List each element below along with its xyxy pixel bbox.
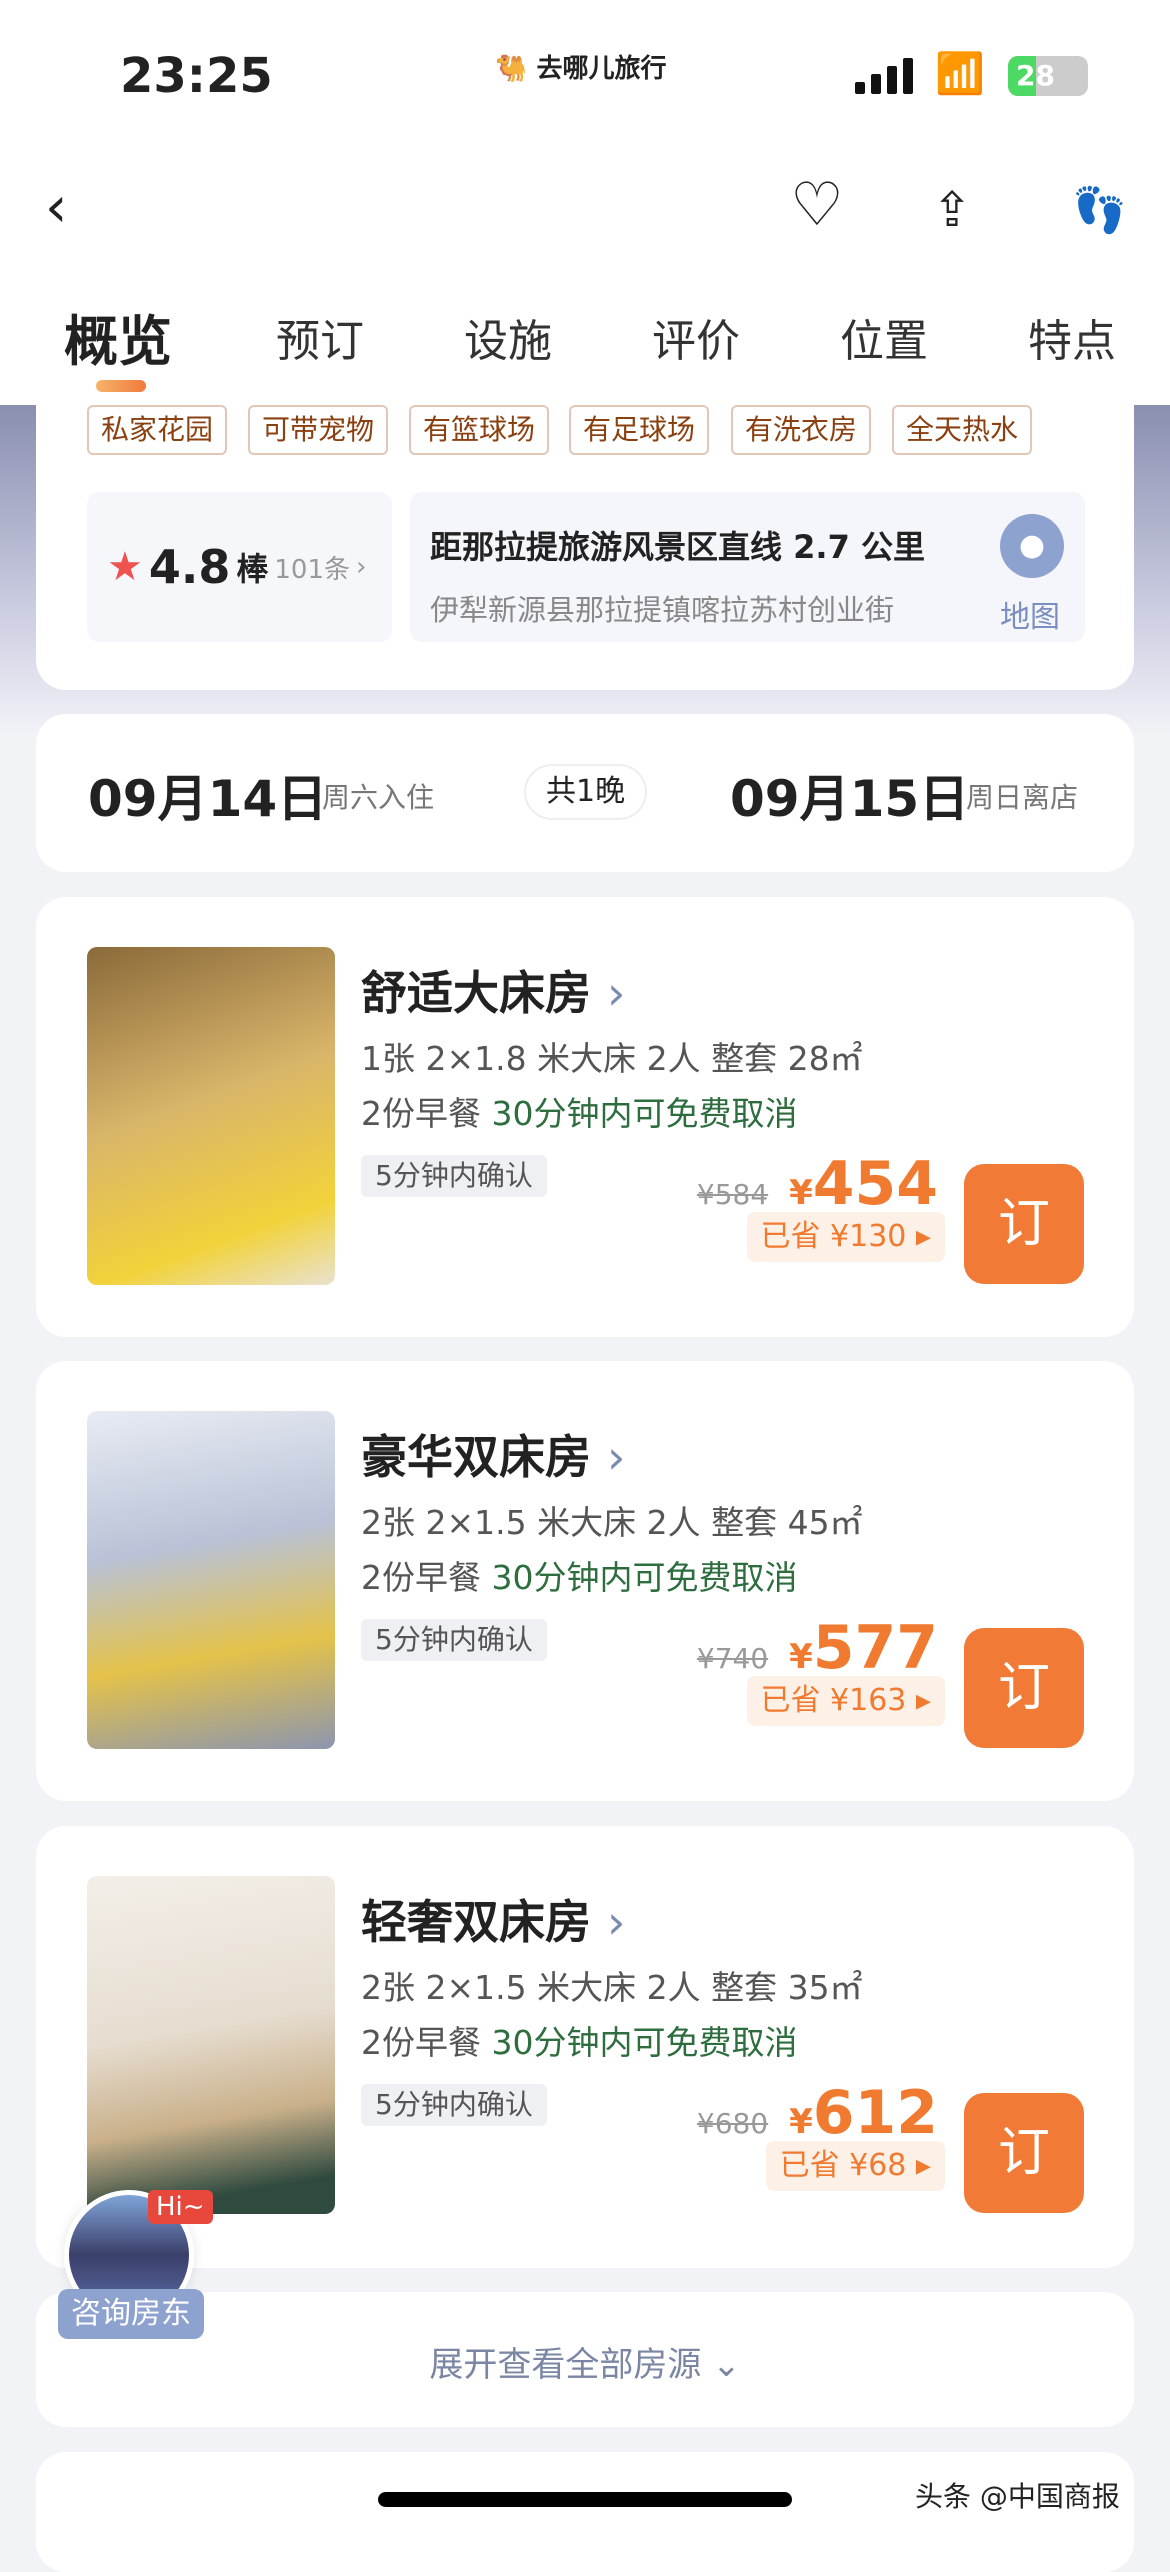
savings-badge[interactable]: 已省 ¥68 ▸ xyxy=(765,2141,945,2191)
confirm-badge: 5分钟内确认 xyxy=(361,1619,547,1661)
room-title[interactable]: 豪华双床房 › xyxy=(361,1421,625,1487)
app-brand: 🐫 去哪儿旅行 xyxy=(495,54,667,84)
tab-features[interactable]: 特点 xyxy=(1028,305,1116,369)
facility-tag: 有洗衣房 xyxy=(731,405,872,455)
nights-badge: 共1晚 xyxy=(524,764,648,820)
share-icon[interactable]: ⇪ xyxy=(932,182,972,238)
consult-host-button[interactable]: 咨询房东 xyxy=(58,2289,204,2339)
facility-tag: 有篮球场 xyxy=(409,405,550,455)
facility-tag: 可带宠物 xyxy=(248,405,389,455)
tab-reviews[interactable]: 评价 xyxy=(652,305,740,369)
rating-summary[interactable]: ★ 4.8 棒 101条 › xyxy=(87,492,392,642)
signal-icon xyxy=(855,58,913,94)
room-price: ¥680 ¥612 xyxy=(696,2078,938,2148)
battery-icon: 28 xyxy=(1008,56,1088,96)
room-spec: 2张 2×1.5 米大床 2人 整套 45㎡ xyxy=(361,1503,863,1542)
location-summary[interactable]: 距那拉提旅游风景区直线 2.7 公里 伊犁新源县那拉提镇喀拉苏村创业街 ● 地图 xyxy=(410,492,1085,642)
hi-badge: Hi~ xyxy=(148,2190,213,2224)
room-policy: 2份早餐 30分钟内可免费取消 xyxy=(361,1094,798,1133)
room-photo xyxy=(87,947,335,1285)
room-card[interactable]: 豪华双床房 › 2张 2×1.5 米大床 2人 整套 45㎡ 2份早餐 30分钟… xyxy=(36,1361,1134,1801)
book-button[interactable]: 订 xyxy=(964,2093,1084,2213)
star-icon: ★ xyxy=(107,544,143,590)
camel-logo-icon: 🐫 xyxy=(495,54,528,84)
room-policy: 2份早餐 30分钟内可免费取消 xyxy=(361,2023,798,2062)
tab-facilities[interactable]: 设施 xyxy=(464,305,552,369)
room-title[interactable]: 轻奢双床房 › xyxy=(361,1886,625,1952)
tab-location[interactable]: 位置 xyxy=(840,305,928,369)
facility-tag: 有足球场 xyxy=(569,405,710,455)
confirm-badge: 5分钟内确认 xyxy=(361,1155,547,1197)
room-photo xyxy=(87,1876,335,2214)
chevron-down-icon: ⌄ xyxy=(712,2345,741,2385)
savings-badge[interactable]: 已省 ¥163 ▸ xyxy=(746,1676,945,1726)
tab-booking[interactable]: 预订 xyxy=(276,305,364,369)
chevron-right-icon: › xyxy=(607,966,626,1020)
chevron-right-icon: › xyxy=(607,1895,626,1949)
chevron-left-icon[interactable]: ‹ xyxy=(45,175,67,240)
facility-tag: 私家花园 xyxy=(87,405,228,455)
date-selector[interactable]: 09月14日 周六入住 共1晚 09月15日 周日离店 xyxy=(36,714,1134,872)
watermark: 头条 @中国商报 xyxy=(915,2480,1120,2513)
room-price: ¥740 ¥577 xyxy=(696,1613,938,1683)
book-button[interactable]: 订 xyxy=(964,1164,1084,1284)
room-price: ¥584 ¥454 xyxy=(696,1149,938,1219)
room-spec: 2张 2×1.5 米大床 2人 整套 35㎡ xyxy=(361,1968,863,2007)
room-policy: 2份早餐 30分钟内可免费取消 xyxy=(361,1558,798,1597)
map-link[interactable]: 地图 xyxy=(1000,592,1060,636)
home-indicator xyxy=(378,2492,792,2507)
tab-indicator xyxy=(96,380,146,392)
chevron-right-icon: › xyxy=(607,1430,626,1484)
footprint-icon[interactable]: 👣 xyxy=(1072,184,1127,236)
savings-badge[interactable]: 已省 ¥130 ▸ xyxy=(746,1212,945,1262)
heart-icon[interactable]: ♡ xyxy=(790,170,844,240)
status-time: 23:25 xyxy=(120,48,273,104)
tab-overview[interactable]: 概览 xyxy=(64,297,172,376)
map-pin-icon: ● xyxy=(1000,514,1064,578)
wifi-icon: 📶 xyxy=(935,51,985,97)
facility-tag: 全天热水 xyxy=(892,405,1033,455)
room-photo xyxy=(87,1411,335,1749)
room-card[interactable]: 舒适大床房 › 1张 2×1.8 米大床 2人 整套 28㎡ 2份早餐 30分钟… xyxy=(36,897,1134,1337)
room-spec: 1张 2×1.8 米大床 2人 整套 28㎡ xyxy=(361,1039,863,1078)
confirm-badge: 5分钟内确认 xyxy=(361,2084,547,2126)
room-title[interactable]: 舒适大床房 › xyxy=(361,957,625,1023)
chevron-right-icon: › xyxy=(356,552,367,582)
book-button[interactable]: 订 xyxy=(964,1628,1084,1748)
